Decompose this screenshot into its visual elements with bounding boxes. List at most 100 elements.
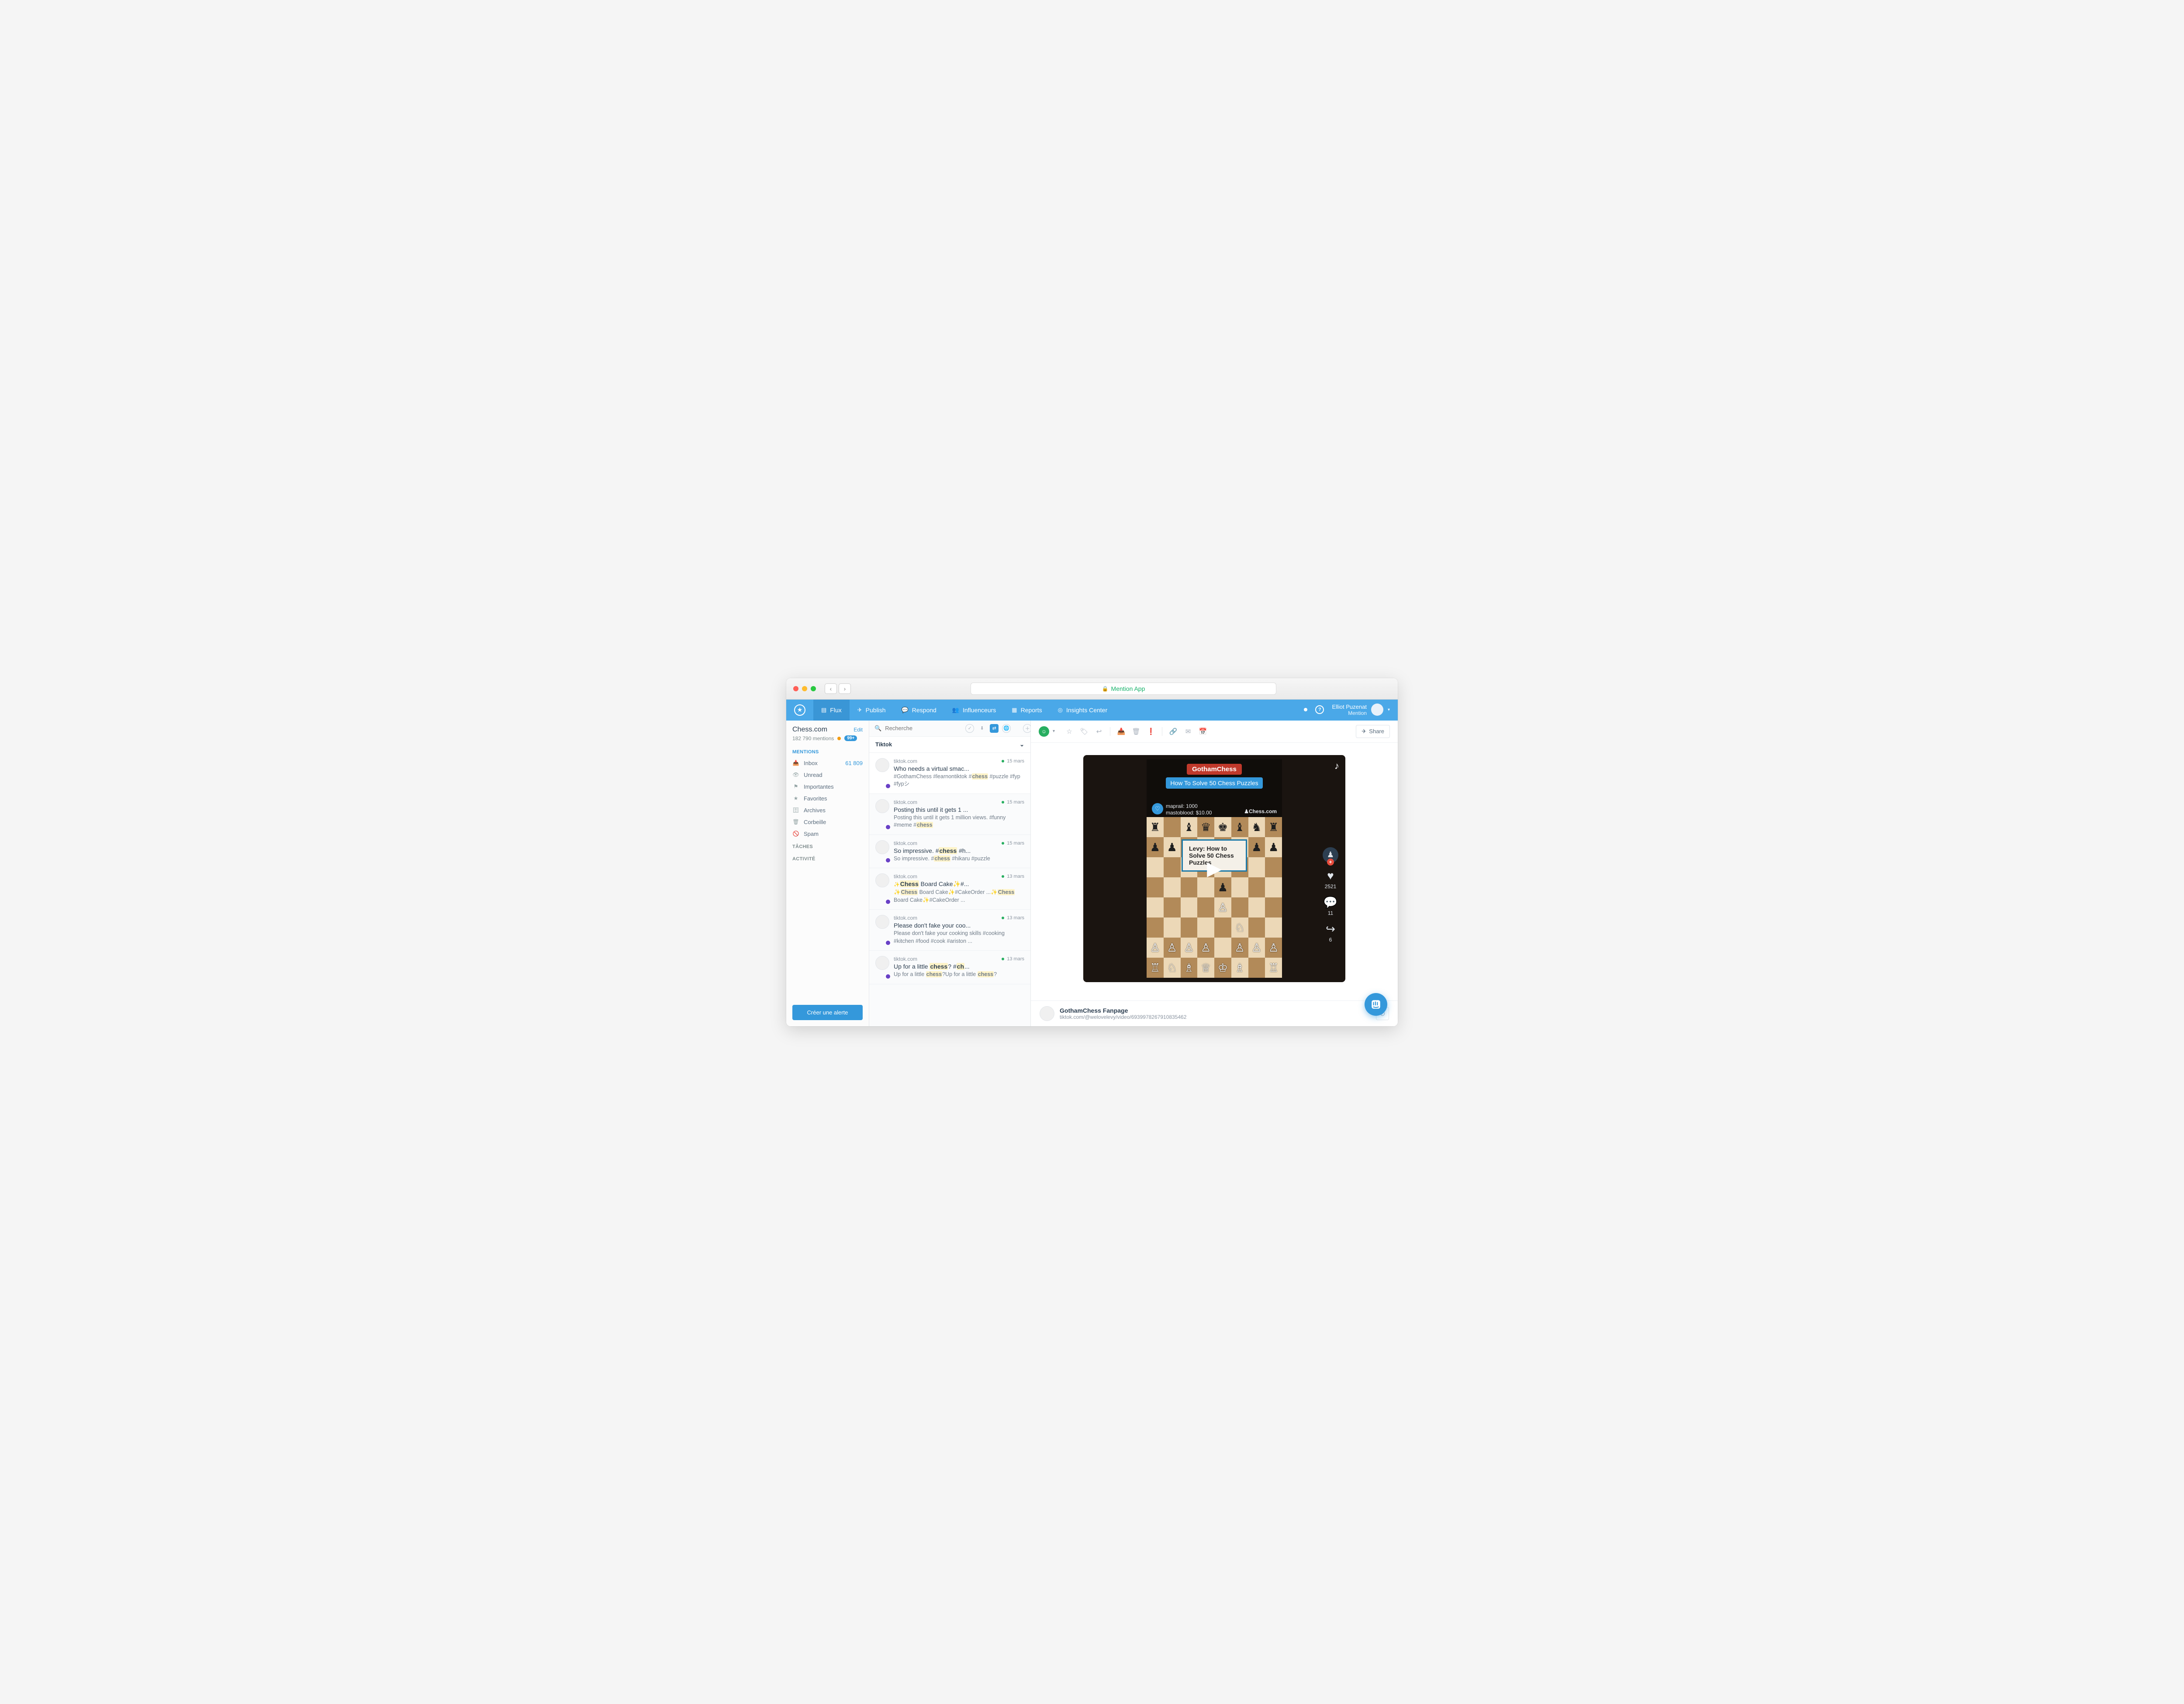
user-text: Elliot Puzenat Mention [1332, 704, 1367, 717]
sidebar-item-inbox[interactable]: 📥 Inbox 61 809 [786, 757, 869, 769]
channel-badge: GothamChess [1187, 764, 1242, 775]
heart-icon: ♡ [1152, 803, 1163, 814]
source-filter[interactable]: Tiktok ⌄ [869, 737, 1030, 753]
mention-excerpt: Up for a little chess?Up for a little ch… [894, 971, 1024, 979]
create-alert-button[interactable]: Créer une alerte [792, 1005, 863, 1020]
sidebar-item-important[interactable]: ⚑ Importantes [786, 781, 869, 793]
mention-item[interactable]: tiktok.com 15 mars So impressive. #chess… [869, 835, 1030, 869]
section-tasks-label[interactable]: TÂCHES [786, 840, 869, 852]
send-icon: ✈ [1362, 728, 1366, 735]
chevron-down-icon: ⌄ [1019, 741, 1024, 748]
detail-content: GothamChess How To Solve 50 Chess Puzzle… [1031, 743, 1398, 1000]
mention-date: 13 mars [1007, 956, 1024, 962]
tiktok-comment-button[interactable]: 💬11 [1324, 896, 1337, 916]
share-button[interactable]: ✈ Share [1356, 725, 1390, 738]
mention-source: tiktok.com [894, 840, 917, 846]
source-url[interactable]: tiktok.com/@welovelevy/video/69399782679… [1060, 1014, 1371, 1020]
section-mentions-label: MENTIONS [786, 745, 869, 757]
help-icon[interactable]: ? [1315, 705, 1324, 714]
calendar-action-icon[interactable]: 📅 [1196, 725, 1209, 738]
detail-toolbar: ☺ ▾ ☆ 🏷 ↩ 📥 🗑 ❗ 🔗 ✉ 📅 ✈ Share [1031, 721, 1398, 743]
chevron-down-icon[interactable]: ▾ [1053, 729, 1055, 734]
filter-label: Tiktok [875, 741, 892, 748]
eye-icon: 👁 [792, 772, 799, 778]
forward-button[interactable]: › [839, 683, 851, 694]
star-action-icon[interactable]: ☆ [1063, 725, 1076, 738]
nav-flux[interactable]: ▤ Flux [813, 700, 850, 721]
url-bar[interactable]: 🔒 Mention App [971, 683, 1276, 695]
mention-excerpt: Posting this until it gets 1 million vie… [894, 814, 1024, 829]
tiktok-badge-icon [885, 857, 891, 863]
tiktok-like-button[interactable]: ♥2521 [1325, 869, 1337, 890]
tiktok-share-button[interactable]: ↪6 [1326, 922, 1335, 943]
mention-avatar-wrap [875, 956, 889, 979]
video-player[interactable]: GothamChess How To Solve 50 Chess Puzzle… [1083, 755, 1345, 982]
download-button[interactable]: ⬇ [978, 724, 986, 733]
search-input[interactable] [885, 725, 962, 731]
sidebar-item-archives[interactable]: 🗄 Archives [786, 804, 869, 816]
mention-source: tiktok.com [894, 956, 917, 962]
nav-respond[interactable]: 💬 Respond [894, 700, 944, 721]
mention-title: Posting this until it gets 1 ... [894, 806, 1024, 813]
tiktok-badge-icon [885, 824, 891, 830]
mention-date: 13 mars [1007, 874, 1024, 879]
mention-avatar [875, 915, 889, 929]
flag-action-icon[interactable]: ❗ [1144, 725, 1158, 738]
mention-item[interactable]: tiktok.com 13 mars ✨Chess Board Cake✨#..… [869, 868, 1030, 910]
mention-item[interactable]: tiktok.com 15 mars Who needs a virtual s… [869, 753, 1030, 794]
compass-icon: ◎ [1058, 707, 1063, 714]
mention-date: 15 mars [1007, 759, 1024, 764]
close-window-button[interactable] [793, 686, 798, 691]
mention-list[interactable]: tiktok.com 15 mars Who needs a virtual s… [869, 753, 1030, 1026]
check-filter-button[interactable]: ✓ [965, 724, 974, 733]
flag-icon: ⚑ [792, 783, 799, 790]
source-avatar [1040, 1006, 1054, 1021]
tag-action-icon[interactable]: 🏷 [1078, 725, 1091, 738]
minimize-window-button[interactable] [802, 686, 807, 691]
filter-toggle-button[interactable]: ⇄ [990, 724, 999, 733]
nav-insights[interactable]: ◎ Insights Center [1050, 700, 1116, 721]
maximize-window-button[interactable] [811, 686, 816, 691]
unread-dot-icon [1002, 917, 1004, 919]
nav-publish[interactable]: ✈ Publish [850, 700, 894, 721]
reply-all-icon[interactable]: ↩ [1092, 725, 1106, 738]
mention-avatar [875, 956, 889, 970]
sidebar-item-trash[interactable]: 🗑 Corbeille [786, 816, 869, 828]
globe-filter-button[interactable]: 🌐 [1002, 724, 1011, 733]
main: Chess.com Edit 182 790 mentions 99+ MENT… [786, 721, 1398, 1026]
mention-item[interactable]: tiktok.com 13 mars Up for a little chess… [869, 951, 1030, 984]
link-action-icon[interactable]: 🔗 [1167, 725, 1180, 738]
tiktok-follow-button[interactable]: ♟ [1323, 847, 1338, 863]
tiktok-actions: ♟ ♥2521 💬11 ↪6 [1323, 847, 1338, 943]
tiktok-badge-icon [885, 973, 891, 980]
alert-title: Chess.com [792, 726, 827, 734]
section-activity-label[interactable]: ACTIVITÉ [786, 852, 869, 864]
nav-reports[interactable]: ▦ Reports [1004, 700, 1050, 721]
archive-action-icon[interactable]: 📥 [1115, 725, 1128, 738]
sidebar-item-unread[interactable]: 👁 Unread [786, 769, 869, 781]
subtitle-badge: How To Solve 50 Chess Puzzles [1166, 777, 1262, 789]
delete-action-icon[interactable]: 🗑 [1130, 725, 1143, 738]
lock-icon: 🔒 [1102, 686, 1109, 692]
edit-alert-link[interactable]: Edit [854, 727, 863, 733]
sidebar-item-favorites[interactable]: ★ Favorites [786, 793, 869, 804]
sentiment-button[interactable]: ☺ [1039, 726, 1049, 737]
notification-dot-icon[interactable] [1304, 708, 1307, 711]
mention-item[interactable]: tiktok.com 13 mars Please don't fake you… [869, 910, 1030, 951]
email-action-icon[interactable]: ✉ [1182, 725, 1195, 738]
sidebar-item-label: Archives [804, 807, 826, 814]
sidebar-item-label: Importantes [804, 783, 834, 790]
back-button[interactable]: ‹ [825, 683, 837, 694]
app-logo[interactable]: ★ [786, 704, 813, 716]
app-window: ‹ › 🔒 Mention App ★ ▤ Flux ✈ Publish 💬 R… [786, 678, 1398, 1026]
user-org: Mention [1332, 710, 1367, 716]
feed-icon: ▤ [821, 707, 826, 714]
intercom-button[interactable] [1365, 993, 1387, 1016]
sidebar-item-spam[interactable]: 🚫 Spam [786, 828, 869, 840]
mention-item[interactable]: tiktok.com 15 mars Posting this until it… [869, 794, 1030, 835]
nav-influencers[interactable]: 👥 Influenceurs [944, 700, 1004, 721]
detail-pane: ☺ ▾ ☆ 🏷 ↩ 📥 🗑 ❗ 🔗 ✉ 📅 ✈ Share [1031, 721, 1398, 1026]
chat-icon: 💬 [902, 707, 909, 714]
user-menu[interactable]: Elliot Puzenat Mention ▾ [1332, 704, 1390, 717]
play-icon[interactable]: ▶ [1207, 857, 1222, 880]
